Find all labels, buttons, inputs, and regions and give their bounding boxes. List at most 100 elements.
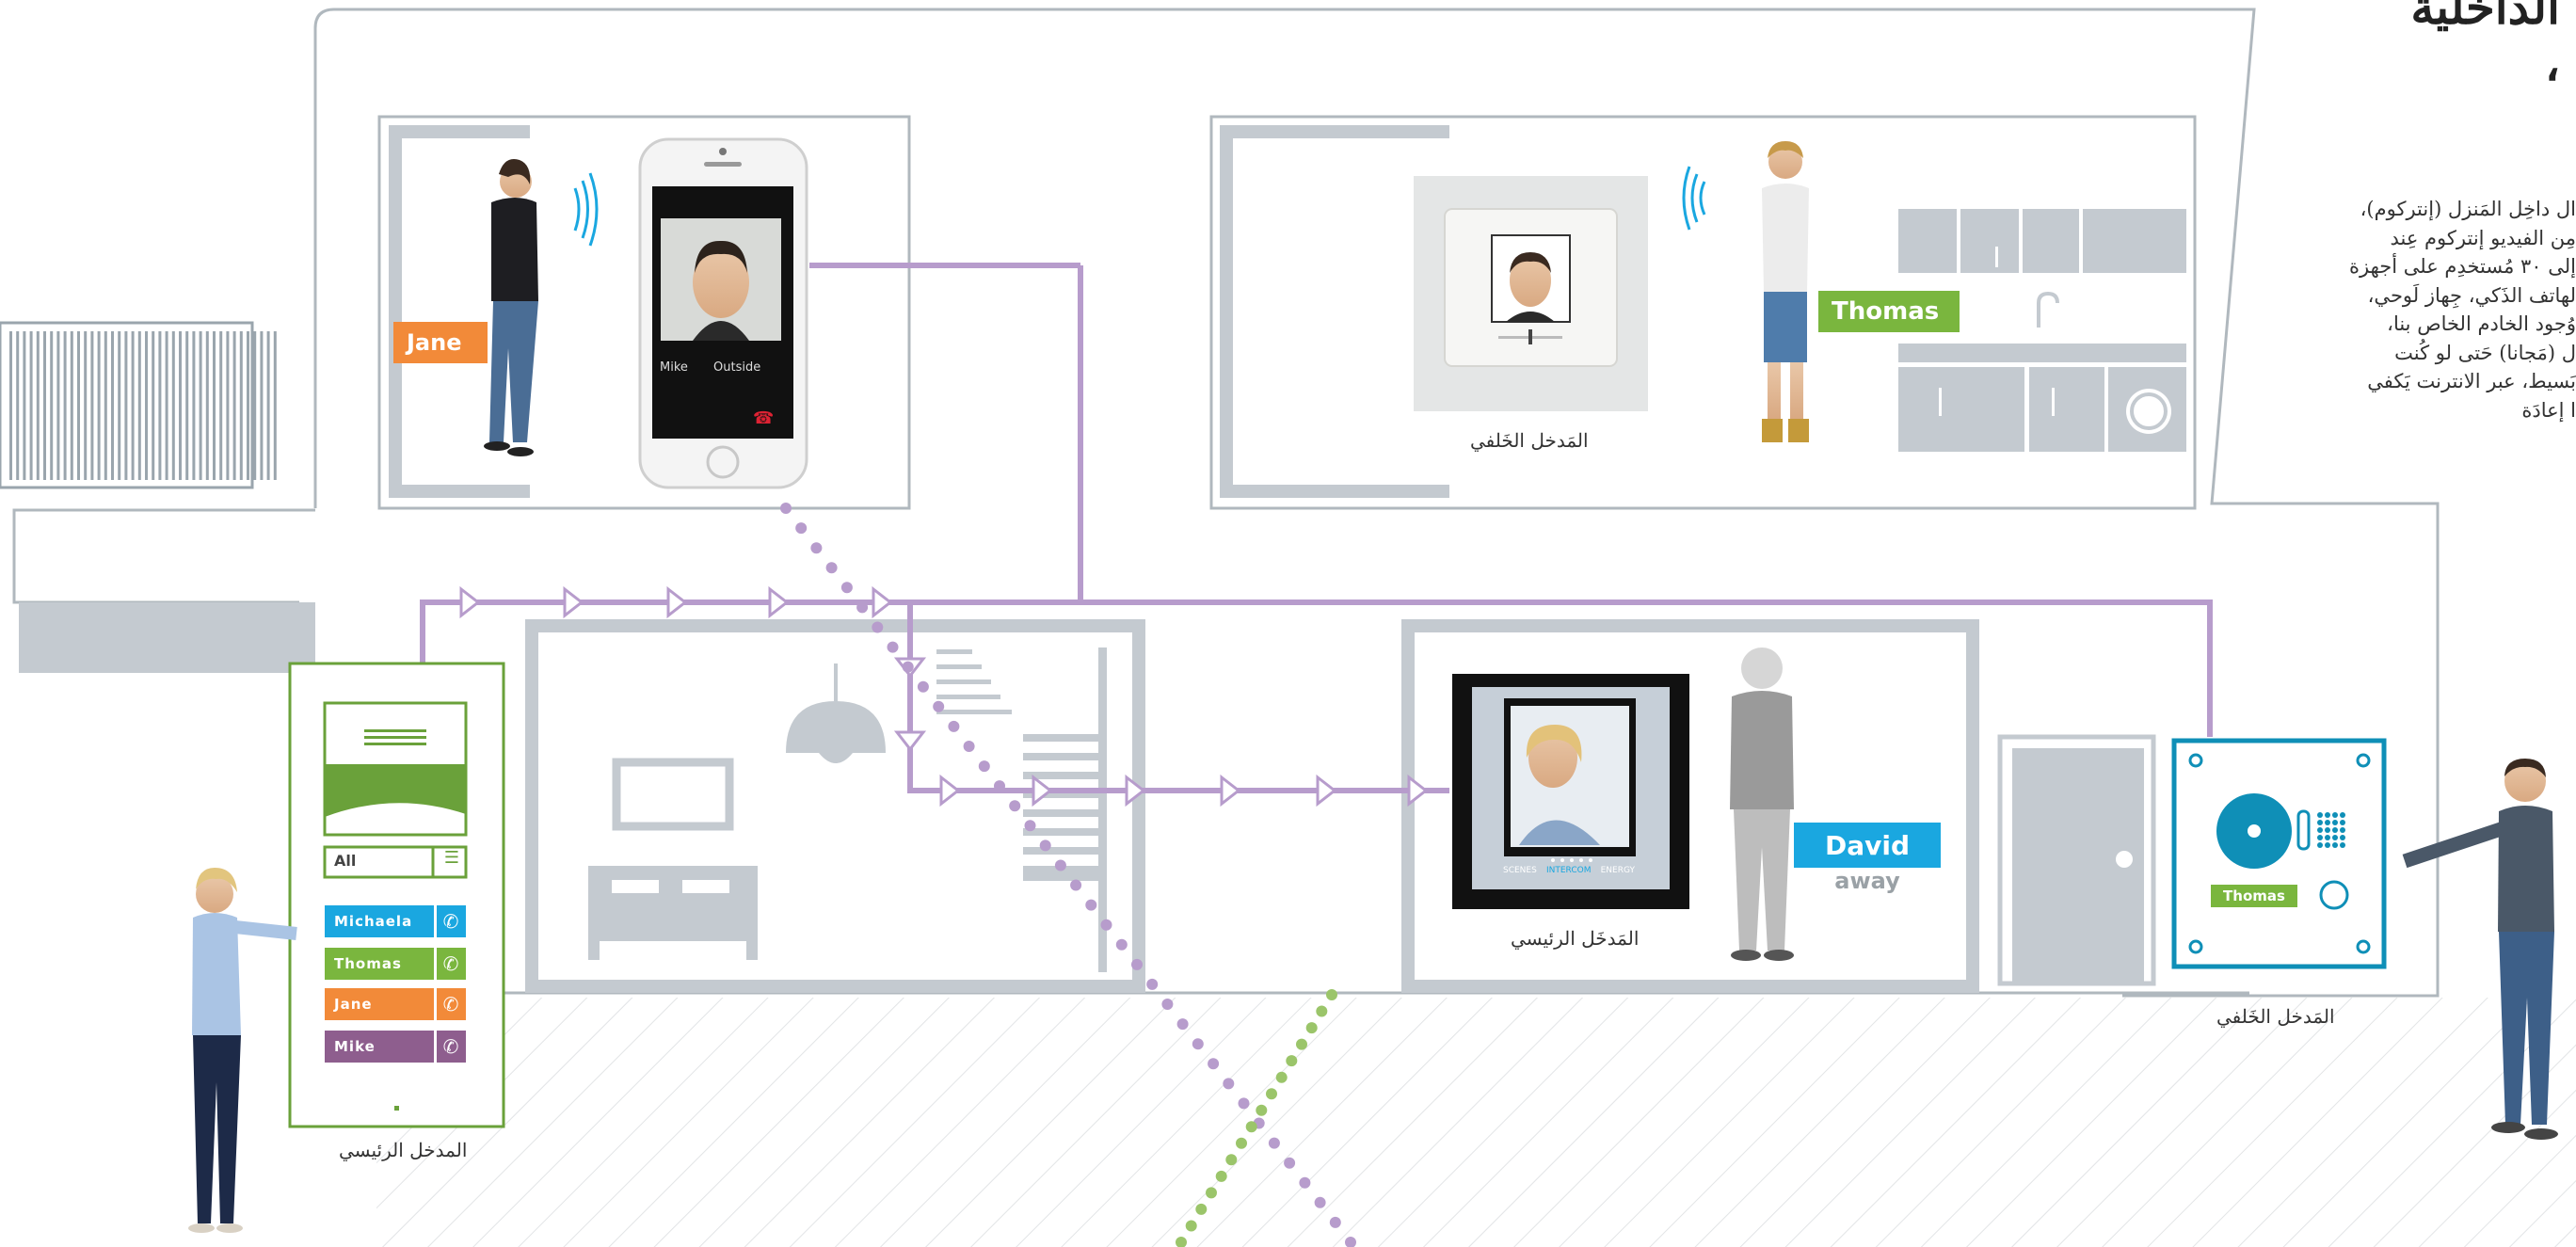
back-door-illustration <box>1997 734 2156 986</box>
keypad-dot <box>2332 835 2338 840</box>
garage-slat <box>273 331 277 480</box>
contact-menu-icon[interactable]: ☰ <box>441 848 462 868</box>
tab-energy[interactable]: ENERGY <box>1601 866 1635 875</box>
arrow-right-icon <box>459 585 481 619</box>
keypad-dot <box>2340 812 2345 818</box>
garage-slat <box>213 331 216 480</box>
wireless-dot <box>1284 1157 1296 1169</box>
indoor-panel-thomas <box>1414 176 1648 411</box>
garage-slat <box>104 331 107 480</box>
wireless-dot <box>856 601 869 614</box>
call-button-thomas[interactable]: Thomas ✆ <box>325 948 466 980</box>
wireless-dot <box>810 542 823 554</box>
wireless-dot <box>1286 1055 1298 1067</box>
garage-slat <box>77 331 80 480</box>
keypad-dot <box>2325 820 2330 825</box>
description-line: ال داخِل المَنزل (إنتركوم)، <box>2360 198 2576 220</box>
garage-slat <box>124 331 128 480</box>
contact-filter-label[interactable]: All <box>334 852 356 870</box>
call-button-michaela[interactable]: Michaela ✆ <box>325 905 466 937</box>
handset-icon: ✆ <box>434 1031 466 1063</box>
garage-slat <box>111 331 114 480</box>
arrow-right-icon <box>872 585 893 619</box>
wireless-dot <box>780 503 792 514</box>
keypad-dot <box>2325 835 2330 840</box>
garage-slat <box>118 331 121 480</box>
wireless-dot <box>1299 1176 1311 1189</box>
wireless-dot <box>1329 1216 1341 1228</box>
keypad-dot <box>2317 812 2323 818</box>
monitor-tab-bar: SCENES INTERCOM ENERGY <box>1503 866 1635 875</box>
wireless-dot <box>1024 820 1036 832</box>
wireless-dot <box>1223 1078 1235 1090</box>
caller-location: Outside <box>713 360 761 375</box>
wireless-dot <box>1100 919 1112 931</box>
wireless-dot <box>795 522 808 535</box>
garage-slat <box>219 331 223 480</box>
wireless-dot <box>1131 958 1143 970</box>
garage-slat <box>158 331 162 480</box>
wireless-dot <box>1245 1121 1257 1133</box>
keypad-dot <box>2340 820 2345 825</box>
garage-slat <box>70 331 73 480</box>
keypad-dot <box>2340 842 2345 848</box>
garage-slat <box>63 331 67 480</box>
wireless-dot <box>1305 1022 1318 1034</box>
person-status-david: away <box>1834 868 1900 894</box>
wireless-dot <box>1225 1154 1238 1166</box>
wireless-dot <box>994 780 1005 792</box>
keypad-dot <box>2325 842 2330 848</box>
person-label-david: David <box>1794 823 1941 868</box>
caption-back-entrance-panel: المَدخل الخَلفي <box>1470 429 1589 452</box>
garage-slat <box>29 331 33 480</box>
garage-slat <box>192 331 196 480</box>
description-line: إلى ٣٠ مُستخدِم على أجهزة <box>2349 255 2576 278</box>
handset-icon: ✆ <box>434 905 466 937</box>
keypad-dot <box>2317 820 2323 825</box>
wireless-dot <box>1195 1203 1208 1215</box>
caption-back-entrance-outdoor: المَدخل الخَلفي <box>2216 1005 2335 1028</box>
heading-line-1: الداخلية <box>2410 0 2560 35</box>
wireless-dot <box>1268 1137 1280 1149</box>
page-heading: الداخلية ، <box>2240 0 2560 92</box>
contact-name: Michaela <box>334 913 413 930</box>
tab-scenes[interactable]: SCENES <box>1503 866 1537 875</box>
wireless-dot <box>1070 879 1082 891</box>
keypad-dot <box>2332 842 2338 848</box>
keypad-dot <box>2340 827 2345 833</box>
caller-name: Mike <box>660 360 688 375</box>
contact-name: Mike <box>334 1038 376 1055</box>
description-line: وُجود الخادم الخاص بنا، <box>2387 312 2576 335</box>
back-door-station <box>2171 738 2387 969</box>
description-line: مِن الفيديو إنتركوم عِند <box>2390 226 2576 249</box>
wireless-dot <box>1215 1170 1227 1182</box>
person-label-thomas: Thomas <box>1818 291 1960 332</box>
wireless-dot <box>1054 859 1066 871</box>
ground-hatch <box>376 998 2576 1247</box>
wireless-dot <box>840 582 853 594</box>
wireless-dot <box>1238 1097 1250 1110</box>
wireless-dot <box>1206 1187 1217 1199</box>
garage-slat <box>266 331 270 480</box>
wireless-dot <box>1185 1220 1197 1232</box>
wireless-dot <box>1275 1071 1288 1083</box>
caption-main-entrance-outdoor: المدخل الرئيسي <box>339 1139 468 1161</box>
garage-slat <box>23 331 26 480</box>
keypad-dot <box>2332 820 2338 825</box>
call-button-mike[interactable]: Mike ✆ <box>325 1031 466 1063</box>
handset-icon: ✆ <box>434 988 466 1020</box>
heading-line-2: ، <box>2544 36 2560 91</box>
description-line: ا إعادَة <box>2521 398 2576 422</box>
garage-outline <box>12 508 315 604</box>
wireless-dot <box>1236 1137 1247 1149</box>
wireless-dot <box>1115 938 1128 951</box>
person-label-jane: Jane <box>393 322 488 363</box>
garage-slat <box>260 331 264 480</box>
call-button-jane[interactable]: Jane ✆ <box>325 988 466 1020</box>
wireless-dot <box>887 641 899 653</box>
tab-intercom[interactable]: INTERCOM <box>1546 866 1592 875</box>
garage-slat <box>97 331 101 480</box>
wireless-dot <box>1161 999 1174 1010</box>
wireless-dot <box>1176 1018 1189 1031</box>
wireless-dot <box>1266 1088 1277 1100</box>
